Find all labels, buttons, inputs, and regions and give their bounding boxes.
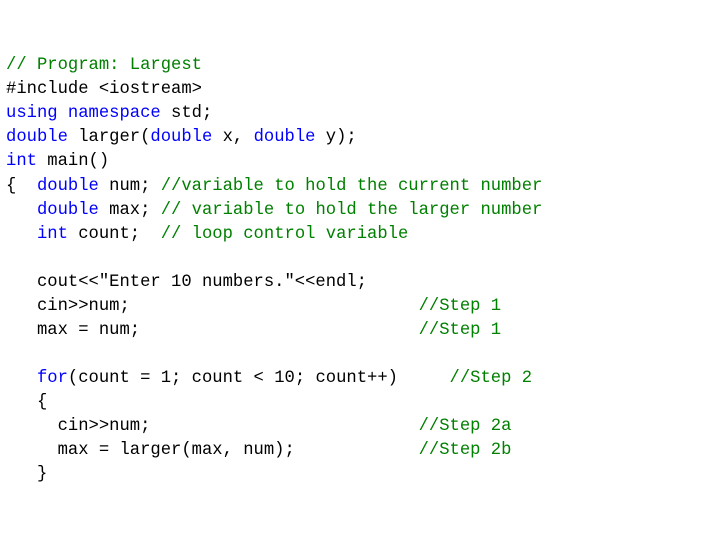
comment-count: // loop control variable bbox=[161, 225, 409, 244]
comment-step2: //Step 2 bbox=[450, 369, 533, 388]
header-name: iostream bbox=[109, 80, 192, 99]
keyword-namespace: namespace bbox=[68, 104, 161, 123]
for-condition: (count = 1; count < 10; count++) bbox=[68, 369, 450, 388]
stmt-cin-num: cin>>num; bbox=[6, 297, 419, 316]
indent bbox=[6, 201, 37, 220]
comment-program-title: // Program: Largest bbox=[6, 56, 202, 75]
code-block: // Program: Largest #include <iostream> … bbox=[6, 54, 714, 487]
comment-max: // variable to hold the larger number bbox=[161, 201, 543, 220]
param-y: y); bbox=[315, 128, 356, 147]
keyword-int: int bbox=[6, 152, 37, 171]
comment-step2b: //Step 2b bbox=[419, 441, 512, 460]
indent bbox=[6, 369, 37, 388]
brace-close-for: } bbox=[6, 465, 47, 484]
preproc-include: #include < bbox=[6, 80, 109, 99]
var-max-decl: max; bbox=[99, 201, 161, 220]
keyword-int: int bbox=[37, 225, 68, 244]
keyword-for: for bbox=[37, 369, 68, 388]
func-larger-name: larger( bbox=[68, 128, 151, 147]
stmt-cin-num-loop: cin>>num; bbox=[6, 417, 419, 436]
var-count-decl: count; bbox=[68, 225, 161, 244]
comment-step1a: //Step 1 bbox=[419, 297, 502, 316]
comment-step2a: //Step 2a bbox=[419, 417, 512, 436]
brace-open: { bbox=[6, 177, 37, 196]
var-num-decl: num; bbox=[99, 177, 161, 196]
space bbox=[58, 104, 68, 123]
comment-num: //variable to hold the current number bbox=[161, 177, 543, 196]
brace-open-for: { bbox=[6, 393, 47, 412]
stmt-max-larger: max = larger(max, num); bbox=[6, 441, 419, 460]
keyword-using: using bbox=[6, 104, 58, 123]
comment-step1b: //Step 1 bbox=[419, 321, 502, 340]
preproc-include-end: > bbox=[192, 80, 202, 99]
stmt-cout: cout<<"Enter 10 numbers."<<endl; bbox=[6, 273, 367, 292]
namespace-std: std; bbox=[161, 104, 213, 123]
keyword-double: double bbox=[37, 201, 99, 220]
func-main: main() bbox=[37, 152, 109, 171]
param-x: x, bbox=[212, 128, 253, 147]
keyword-double: double bbox=[150, 128, 212, 147]
stmt-max-assign: max = num; bbox=[6, 321, 419, 340]
indent bbox=[6, 225, 37, 244]
keyword-double: double bbox=[37, 177, 99, 196]
keyword-double: double bbox=[6, 128, 68, 147]
keyword-double: double bbox=[254, 128, 316, 147]
